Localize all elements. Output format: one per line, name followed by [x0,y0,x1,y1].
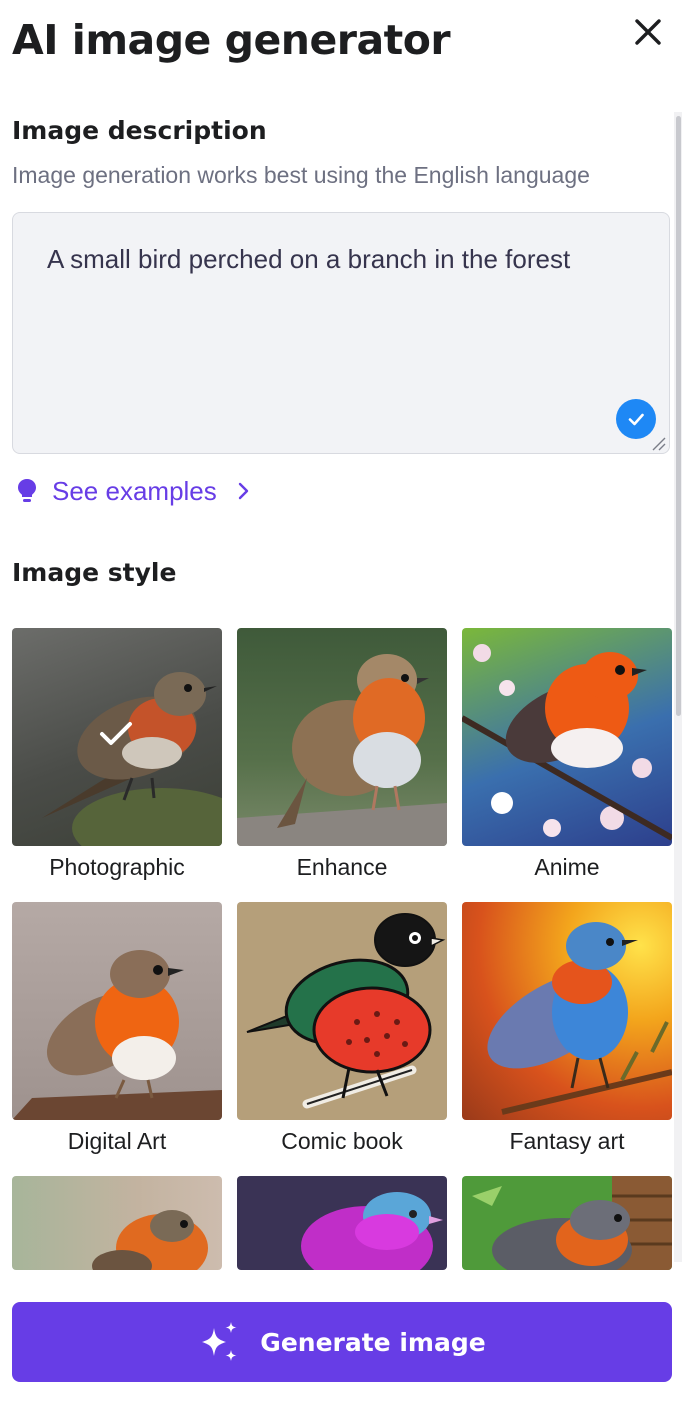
image-description-input[interactable]: A small bird perched on a branch in the … [12,212,670,454]
selected-check-icon [100,722,132,745]
style-thumbnail [12,628,222,846]
style-thumbnail [462,628,672,846]
style-option-7[interactable] [12,1176,222,1270]
style-option-anime[interactable]: Anime [462,628,672,881]
footer-bar: Generate image [0,1270,682,1402]
style-thumbnail [12,1176,222,1270]
style-option-label: Fantasy art [509,1128,625,1154]
style-thumbnail [462,902,672,1120]
style-option-enhance[interactable]: Enhance [237,628,447,881]
style-option-comic-book[interactable]: Comic book [237,902,447,1155]
style-thumbnail [12,902,222,1120]
resize-handle-icon[interactable] [650,435,666,451]
style-option-label: Enhance [296,854,388,880]
style-option-8[interactable] [237,1176,447,1270]
style-option-9[interactable] [462,1176,672,1270]
style-thumbnail [462,1176,672,1270]
image-style-heading: Image style [12,558,177,587]
check-circle-icon [616,399,656,439]
style-thumbnail [237,1176,447,1270]
close-button[interactable] [626,10,670,54]
lightbulb-icon [18,479,36,502]
generate-image-label: Generate image [260,1327,486,1357]
style-option-label: Digital Art [67,1128,167,1154]
style-option-label: Anime [534,854,600,880]
style-thumbnail [237,628,447,846]
style-option-label: Comic book [281,1128,403,1154]
see-examples-label: See examples [52,475,217,506]
style-option-digital-art[interactable]: Digital Art [12,902,222,1155]
style-option-fantasy-art[interactable]: Fantasy art [462,902,672,1155]
scrollbar-thumb[interactable] [676,116,681,716]
style-option-photographic[interactable]: Photographic [12,628,222,881]
image-description-value[interactable]: A small bird perched on a branch in the … [47,241,607,278]
image-description-heading: Image description [12,116,267,145]
ai-image-generator-panel: AI image generator Image description Ima… [0,0,682,1402]
sparkles-icon [202,1322,237,1361]
chevron-right-icon [238,482,248,500]
language-hint: Image generation works best using the En… [12,162,590,188]
style-thumbnail [237,902,447,1120]
page-title: AI image generator [12,16,451,64]
generate-image-button[interactable]: Generate image [12,1302,672,1382]
close-icon [635,19,661,45]
style-option-label: Photographic [49,854,185,880]
see-examples-link[interactable]: See examples [16,474,251,508]
